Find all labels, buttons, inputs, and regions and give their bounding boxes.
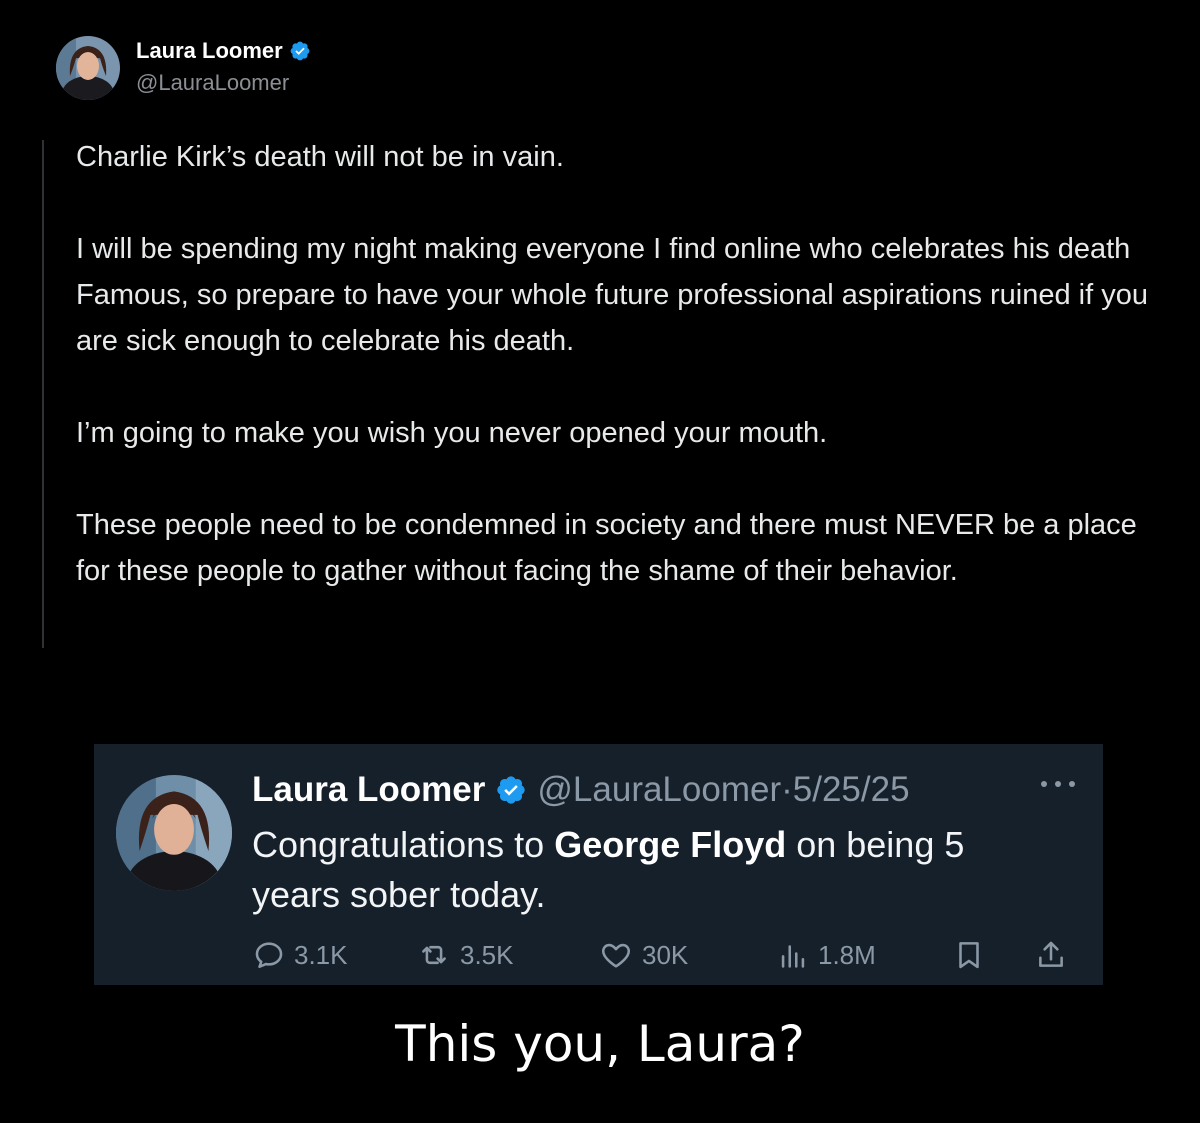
verified-badge-icon: [495, 774, 527, 806]
embedded-tweet: Laura Loomer @LauraLoomer · 5/25/25 Cong…: [94, 744, 1103, 985]
embedded-tweet-header: Laura Loomer @LauraLoomer · 5/25/25: [252, 768, 910, 812]
like-count: 30K: [642, 939, 689, 970]
reply-icon: [255, 942, 283, 969]
verified-badge-icon: [290, 41, 310, 61]
author-name[interactable]: Laura Loomer: [252, 768, 485, 812]
embedded-tweet-text: Congratulations to George Floyd on being…: [252, 820, 1052, 920]
tweet-paragraph: Charlie Kirk’s death will not be in vain…: [76, 141, 564, 173]
views-button[interactable]: 1.8M: [776, 938, 876, 972]
reply-button[interactable]: 3.1K: [252, 938, 348, 972]
views-count: 1.8M: [818, 939, 876, 970]
avatar[interactable]: [56, 36, 120, 100]
share-icon: [1039, 941, 1063, 967]
tweet-text-plain: Congratulations to: [252, 824, 555, 865]
top-tweet: Laura Loomer @LauraLoomer Charlie Kirk’s…: [0, 0, 1200, 700]
bookmark-button[interactable]: [952, 938, 986, 972]
tweet-paragraph: I’m going to make you wish you never ope…: [76, 417, 828, 449]
views-icon: [781, 945, 805, 968]
tweet-paragraph: I will be spending my night making every…: [76, 233, 1148, 357]
tweet-text: Charlie Kirk’s death will not be in vain…: [76, 134, 1166, 594]
thread-line: [42, 140, 44, 648]
like-button[interactable]: 30K: [598, 938, 688, 972]
repost-count: 3.5K: [460, 939, 514, 970]
more-icon[interactable]: [1041, 774, 1075, 794]
repost-icon: [422, 945, 446, 965]
caption: This you, Laura?: [395, 1015, 805, 1073]
like-icon: [602, 943, 630, 968]
avatar[interactable]: [116, 775, 232, 891]
reply-count: 3.1K: [294, 939, 348, 970]
author-handle[interactable]: @LauraLoomer: [136, 70, 311, 96]
author-handle[interactable]: @LauraLoomer: [537, 768, 781, 812]
tweet-paragraph: These people need to be condemned in soc…: [76, 509, 1137, 587]
author-name[interactable]: Laura Loomer: [136, 38, 283, 64]
separator-dot: ·: [781, 770, 793, 809]
tweet-date[interactable]: 5/25/25: [793, 768, 910, 812]
bookmark-icon: [959, 942, 979, 969]
tweet-text-bold: George Floyd: [554, 824, 787, 865]
repost-button[interactable]: 3.5K: [416, 938, 514, 972]
share-button[interactable]: [1034, 938, 1068, 972]
tweet-actions: 3.1K 3.5K 30K 1.8M: [252, 938, 1082, 974]
tweet-author: Laura Loomer @LauraLoomer: [136, 38, 311, 96]
